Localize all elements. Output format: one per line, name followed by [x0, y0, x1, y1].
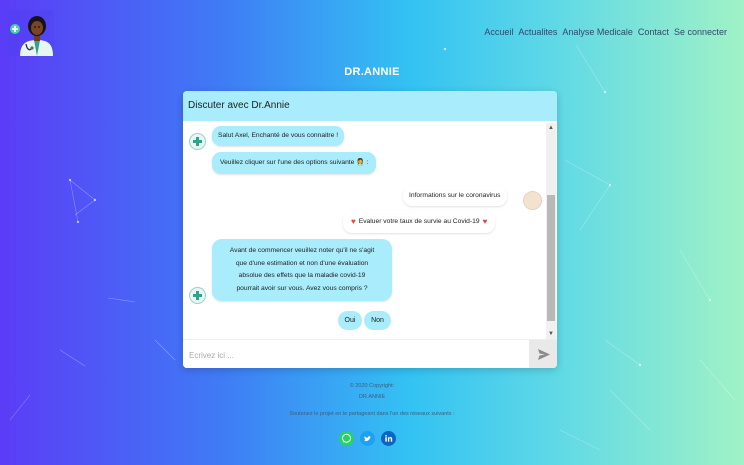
chat-messages[interactable]: Salut Axel, Enchanté de vous connaitre !… [183, 121, 546, 368]
disclaimer-line: que d'une estimation et non d'une évalua… [235, 259, 369, 267]
scroll-down-icon[interactable]: ▼ [547, 330, 555, 338]
brand-title: DR.ANNIE [344, 66, 400, 78]
answer-non-button[interactable]: Non [364, 311, 391, 330]
bot-avatar-icon [189, 287, 206, 304]
bot-avatar-icon [189, 133, 206, 150]
disclaimer-line: absolue des effets que la maladie covid-… [238, 272, 366, 279]
doctor-avatar-icon [8, 10, 54, 56]
linkedin-icon [381, 431, 396, 446]
user-message-info: Informations sur le coronavirus [403, 186, 508, 206]
chat-header: Discuter avec Dr.Annie [183, 91, 557, 121]
answer-oui-button[interactable]: Oui [338, 311, 362, 330]
footer-copyright: © 2020 Copyright: [349, 383, 395, 389]
bot-message-choose: Veuillez cliquer sur l'une des options s… [212, 152, 377, 174]
scroll-up-icon[interactable]: ▲ [547, 124, 555, 132]
heart-icon: ♥ [351, 217, 356, 226]
nav-analyse-medicale[interactable]: Analyse Medicale [562, 27, 633, 37]
disclaimer-line: pourrait avoir sur vous. Avez vous compr… [236, 284, 368, 292]
nav-contact[interactable]: Contact [638, 27, 669, 37]
doctor-logo[interactable] [8, 10, 54, 56]
top-nav: Accueil Actualites Analyse Medicale Cont… [484, 27, 727, 37]
nav-accueil[interactable]: Accueil [484, 27, 513, 37]
heart-icon: ♥ [482, 217, 488, 226]
whatsapp-button[interactable] [339, 431, 354, 446]
chat-scrollbar[interactable]: ▲ ▼ [546, 123, 556, 339]
user-message-eval: ♥ Evaluer votre taux de survie au Covid-… [343, 211, 496, 233]
footer-brand-link[interactable]: DR.ANNIE [0, 394, 744, 400]
disclaimer-line: Avant de commencer veuillez noter qu'il … [229, 247, 375, 254]
twitter-icon [360, 431, 375, 446]
nav-se-connecter[interactable]: Se connecter [674, 27, 727, 37]
chat-message-input[interactable] [187, 345, 511, 365]
user-message-eval-text: Evaluer votre taux de survie au Covid-19 [358, 218, 480, 225]
scrollbar-thumb[interactable] [547, 195, 555, 321]
send-icon [538, 349, 550, 360]
nav-actualites[interactable]: Actualites [518, 27, 557, 37]
twitter-button[interactable] [360, 431, 375, 446]
chat-window: Discuter avec Dr.Annie Salut Axel, Encha… [183, 91, 557, 368]
bot-message-greeting: Salut Axel, Enchanté de vous connaitre ! [212, 126, 345, 146]
whatsapp-icon [339, 431, 354, 446]
send-button[interactable] [529, 340, 557, 368]
bot-message-disclaimer: Avant de commencer veuillez noter qu'il … [212, 239, 392, 301]
footer-share-text: Soutenez le projet en le partageant dans… [289, 411, 455, 417]
linkedin-button[interactable] [381, 431, 396, 446]
chat-input-bar [183, 339, 557, 368]
user-avatar-icon [523, 191, 542, 210]
